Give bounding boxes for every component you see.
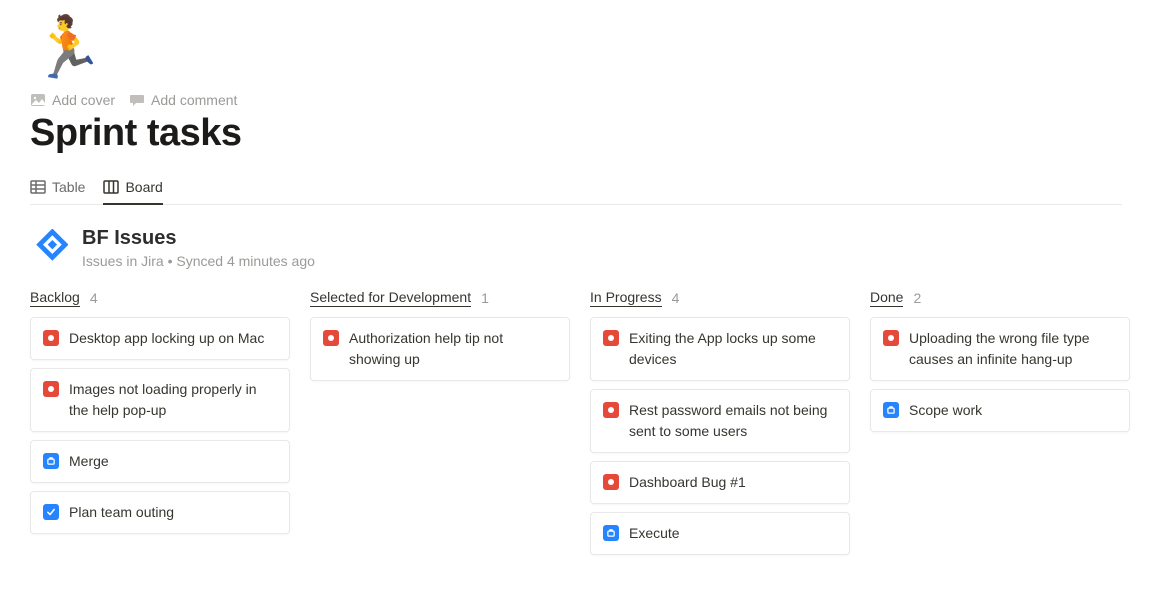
bug-icon (43, 330, 59, 346)
column-title: In Progress (590, 289, 662, 307)
column-count: 1 (481, 290, 489, 306)
card-title: Rest password emails not being sent to s… (629, 400, 837, 442)
comment-icon (129, 92, 145, 108)
card-title: Exiting the App locks up some devices (629, 328, 837, 370)
board-column: Backlog 4 Desktop app locking up on Mac Ima… (30, 289, 290, 563)
column-count: 2 (913, 290, 921, 306)
task-check-icon (43, 504, 59, 520)
board-card[interactable]: Rest password emails not being sent to s… (590, 389, 850, 453)
board-card[interactable]: Plan team outing (30, 491, 290, 534)
task-icon (603, 525, 619, 541)
column-header[interactable]: Backlog 4 (30, 289, 290, 307)
tab-table-label: Table (52, 179, 85, 195)
page-root: 🏃 Add cover Add comment Sprint tasks Tab… (0, 0, 1152, 593)
bug-icon (603, 330, 619, 346)
board-card[interactable]: Images not loading properly in the help … (30, 368, 290, 432)
column-header[interactable]: Done 2 (870, 289, 1130, 307)
column-title: Backlog (30, 289, 80, 307)
add-comment-label: Add comment (151, 92, 237, 108)
runner-emoji-icon: 🏃 (30, 18, 105, 78)
board: Backlog 4 Desktop app locking up on Mac Ima… (30, 289, 1122, 563)
tab-board[interactable]: Board (103, 173, 162, 205)
column-header[interactable]: Selected for Development 1 (310, 289, 570, 307)
board-column: Selected for Development 1 Authorization h… (310, 289, 570, 563)
task-icon (43, 453, 59, 469)
card-title: Plan team outing (69, 502, 277, 523)
board-card[interactable]: Execute (590, 512, 850, 555)
tab-board-label: Board (125, 179, 162, 195)
board-icon (103, 179, 119, 195)
board-card[interactable]: Desktop app locking up on Mac (30, 317, 290, 360)
board-card[interactable]: Merge (30, 440, 290, 483)
table-icon (30, 179, 46, 195)
board-card[interactable]: Authorization help tip not showing up (310, 317, 570, 381)
view-tabs: Table Board (30, 173, 1122, 205)
board-card[interactable]: Exiting the App locks up some devices (590, 317, 850, 381)
db-title[interactable]: BF Issues (82, 225, 315, 252)
column-title: Done (870, 289, 903, 307)
page-icon[interactable]: 🏃 (30, 12, 102, 84)
add-cover-button[interactable]: Add cover (30, 92, 115, 108)
board-card[interactable]: Scope work (870, 389, 1130, 432)
db-title-block: BF Issues Issues in Jira • Synced 4 minu… (82, 225, 315, 271)
board-card[interactable]: Dashboard Bug #1 (590, 461, 850, 504)
card-title: Authorization help tip not showing up (349, 328, 557, 370)
card-title: Uploading the wrong file type causes an … (909, 328, 1117, 370)
board-column: In Progress 4 Exiting the App locks up som… (590, 289, 850, 563)
card-title: Merge (69, 451, 277, 472)
card-title: Execute (629, 523, 837, 544)
column-count: 4 (672, 290, 680, 306)
card-title: Images not loading properly in the help … (69, 379, 277, 421)
db-subtitle: Issues in Jira • Synced 4 minutes ago (82, 252, 315, 271)
card-title: Scope work (909, 400, 1117, 421)
image-icon (30, 92, 46, 108)
board-column: Done 2 Uploading the wrong file type cause… (870, 289, 1130, 563)
bug-icon (883, 330, 899, 346)
task-icon (883, 402, 899, 418)
column-header[interactable]: In Progress 4 (590, 289, 850, 307)
board-card[interactable]: Uploading the wrong file type causes an … (870, 317, 1130, 381)
tab-table[interactable]: Table (30, 173, 85, 205)
bug-icon (603, 474, 619, 490)
jira-logo-icon (30, 229, 68, 267)
add-comment-button[interactable]: Add comment (129, 92, 237, 108)
page-meta-actions: Add cover Add comment (30, 92, 1122, 108)
add-cover-label: Add cover (52, 92, 115, 108)
card-title: Desktop app locking up on Mac (69, 328, 277, 349)
db-header: BF Issues Issues in Jira • Synced 4 minu… (30, 225, 1122, 271)
bug-icon (43, 381, 59, 397)
card-title: Dashboard Bug #1 (629, 472, 837, 493)
page-title: Sprint tasks (30, 112, 1122, 155)
bug-icon (323, 330, 339, 346)
bug-icon (603, 402, 619, 418)
column-count: 4 (90, 290, 98, 306)
column-title: Selected for Development (310, 289, 471, 307)
